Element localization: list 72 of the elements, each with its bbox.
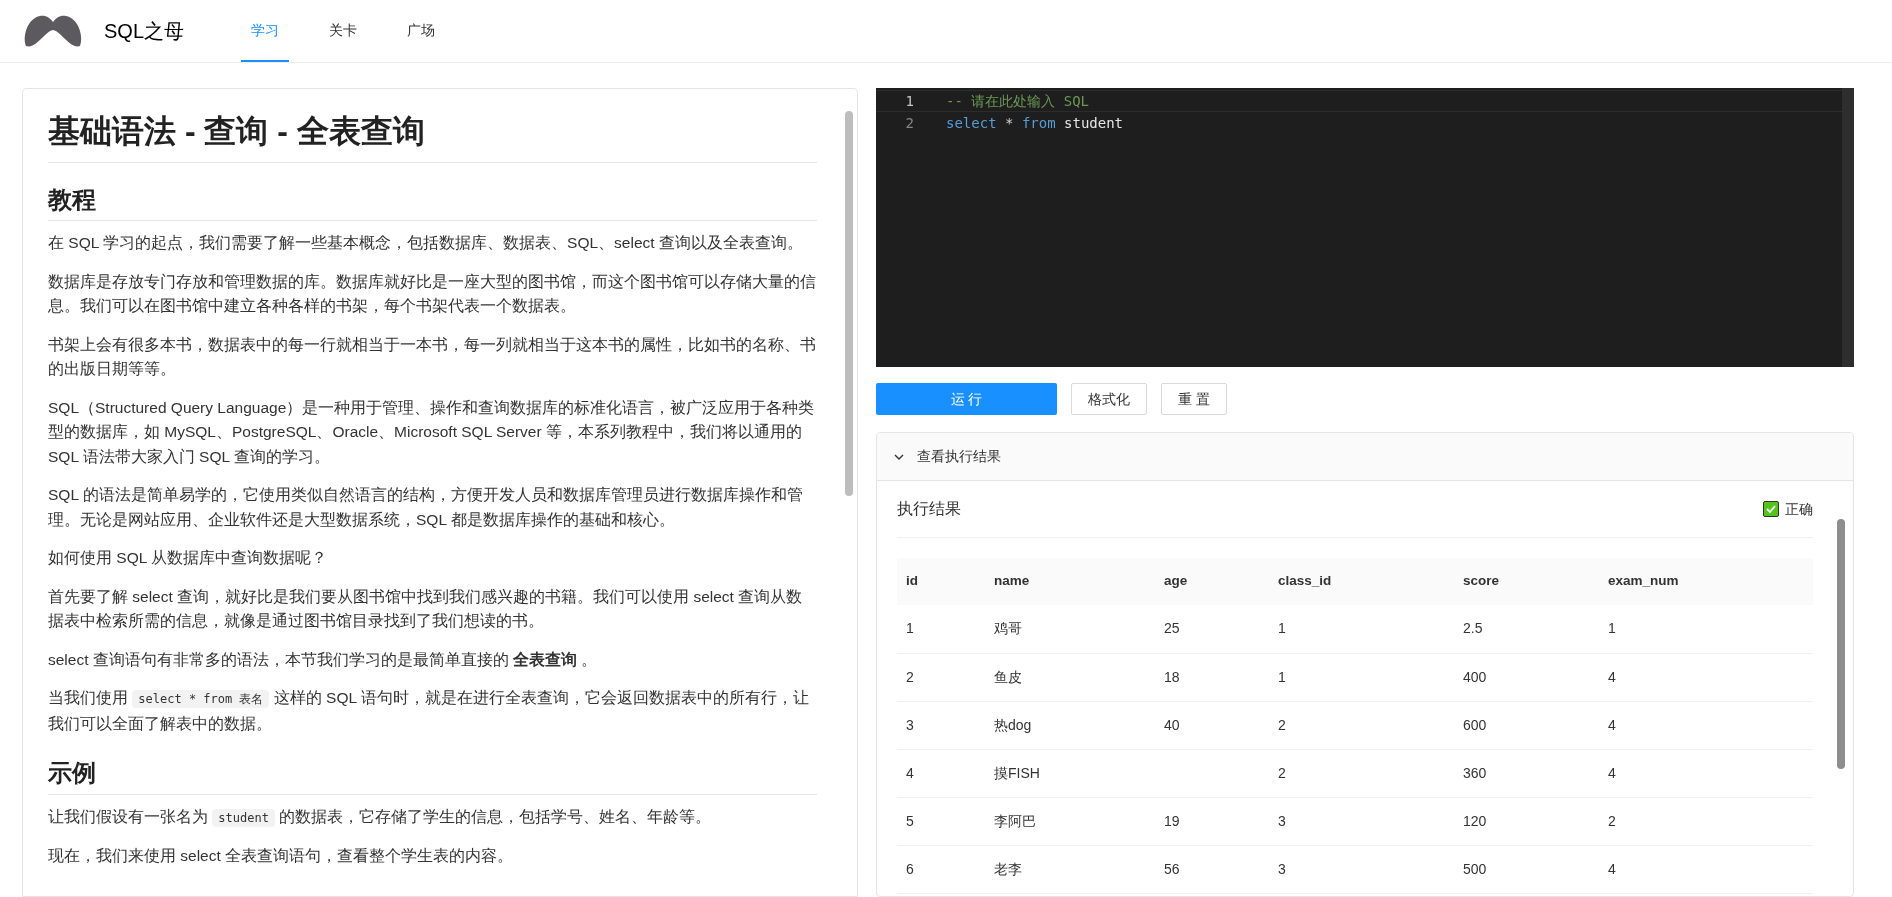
table-cell: 18 bbox=[1155, 653, 1269, 701]
table-cell: 3 bbox=[1269, 845, 1454, 893]
table-cell: 2 bbox=[1599, 797, 1813, 845]
nav-tab[interactable]: 关卡 bbox=[319, 0, 368, 62]
column-header: score bbox=[1454, 558, 1599, 605]
table-cell: 360 bbox=[1454, 749, 1599, 797]
paragraph: 数据库是存放专门存放和管理数据的库。数据库就好比是一座大型的图书馆，而这个图书馆可以存储大量的信息。我们可以在图书馆中建立各种各样的书架，每个书架代表一个数据表。 bbox=[48, 271, 817, 317]
table-cell: 25 bbox=[1155, 605, 1269, 653]
table-cell: 热dog bbox=[985, 701, 1155, 749]
table-cell: 4 bbox=[1599, 701, 1813, 749]
code-line: -- 请在此处输入 SQL bbox=[945, 91, 1089, 111]
code-line: select * from student bbox=[945, 113, 1124, 133]
lesson-title: 基础语法 - 查询 - 全表查询 bbox=[48, 109, 817, 163]
table-cell: 4 bbox=[1599, 653, 1813, 701]
table-cell: 李阿巴 bbox=[985, 797, 1155, 845]
table-cell: 120 bbox=[1454, 797, 1599, 845]
result-collapse-header[interactable]: 查看执行结果 bbox=[877, 433, 1853, 481]
table-cell: 6 bbox=[897, 845, 985, 893]
line-number: 2 bbox=[904, 113, 915, 133]
paragraph: 首先要了解 select 查询，就好比是我们要从图书馆中找到我们感兴趣的书籍。我们可以使用 select 查询从数据表中检索所需的信息，就像是通过图书馆目录找到了我们想读的书。 bbox=[48, 586, 804, 632]
table-cell: 3 bbox=[1269, 797, 1454, 845]
editor-scrollbar[interactable] bbox=[1842, 88, 1854, 367]
column-header: exam_num bbox=[1599, 558, 1813, 605]
table-cell: 摸FISH bbox=[985, 749, 1155, 797]
table-cell: 1 bbox=[1599, 605, 1813, 653]
table-cell: 500 bbox=[1454, 845, 1599, 893]
table-cell: 1 bbox=[897, 605, 985, 653]
table-cell: 3 bbox=[897, 701, 985, 749]
table-cell: 老李 bbox=[985, 845, 1155, 893]
code-editor[interactable]: 1 -- 请在此处输入 SQL 2 select * from student bbox=[876, 88, 1854, 367]
brand-name: SQL之母 bbox=[104, 19, 185, 44]
paragraph: 现在，我们来使用 select 全表查询语句，查看整个学生表的内容。 bbox=[48, 846, 515, 867]
action-button[interactable]: 重 置 bbox=[1161, 383, 1227, 415]
table-cell: 56 bbox=[1155, 845, 1269, 893]
table-cell: 2 bbox=[1269, 749, 1454, 797]
table-cell: 鸡哥 bbox=[985, 605, 1155, 653]
checkbox[interactable] bbox=[1763, 501, 1779, 517]
column-header: name bbox=[985, 558, 1155, 605]
paragraph: 书架上会有很多本书，数据表中的每一行就相当于一本书，每一列就相当于这本书的属性，比如书的名称、书的出版日期等等。 bbox=[48, 334, 817, 380]
table-cell: 400 bbox=[1454, 653, 1599, 701]
table-cell: 1 bbox=[1269, 605, 1454, 653]
paragraph: 当我们使用 select * from 表名 这样的 SQL 语句时，就是在进行全表查询，它会返回数据表中的所有行，让我们可以全面了解表中的数据。 bbox=[48, 688, 810, 734]
table-cell: 19 bbox=[1155, 797, 1269, 845]
column-header: class_id bbox=[1269, 558, 1454, 605]
paragraph: select 查询语句有非常多的语法，本节我们学习的是最简单直接的 全表查询 。 bbox=[48, 649, 599, 670]
table-cell: 4 bbox=[1599, 845, 1813, 893]
paragraph: SQL（Structured Query Language）是一种用于管理、操作和查询数据库的标准化语言，被广泛应用于各种类型的数据库，如 MySQL、PostgreSQL、Oracle、Microsoft SQL Server 等，本系列教程中，我们将以通用的 SQL 语法带大家入门 SQL 查询的学习。 bbox=[48, 397, 816, 467]
table-cell: 2 bbox=[1269, 701, 1454, 749]
table-cell: 4 bbox=[1599, 749, 1813, 797]
table-cell: 2.5 bbox=[1454, 605, 1599, 653]
paragraph: 在 SQL 学习的起点，我们需要了解一些基本概念，包括数据库、数据表、SQL、select 查询以及全表查询。 bbox=[48, 233, 804, 254]
section-heading: 教程 bbox=[48, 182, 817, 222]
table-cell: 5 bbox=[897, 797, 985, 845]
result-card-title: 执行结果 bbox=[897, 499, 961, 519]
column-header: age bbox=[1155, 558, 1269, 605]
checkbox-label: 正确 bbox=[1785, 499, 1813, 519]
paragraph: SQL 的语法是简单易学的，它使用类似自然语言的结构，方便开发人员和数据库管理员进行数据库操作和管理。无论是网站应用、企业软件还是大型数据系统，SQL 都是数据库操作的基础和核心。 bbox=[48, 485, 804, 530]
table-cell: 1 bbox=[1269, 653, 1454, 701]
line-number: 1 bbox=[904, 91, 915, 111]
table-cell: 40 bbox=[1155, 701, 1269, 749]
paragraph: 如何使用 SQL 从数据库中查询数据呢？ bbox=[48, 548, 329, 569]
table-cell: 600 bbox=[1454, 701, 1599, 749]
nav-tab[interactable]: 广场 bbox=[397, 0, 446, 62]
action-button[interactable]: 格式化 bbox=[1071, 383, 1147, 415]
column-header: id bbox=[897, 558, 985, 605]
paragraph: 让我们假设有一张名为 student 的数据表，它存储了学生的信息，包括学号、姓名、年龄等。 bbox=[48, 807, 713, 829]
table-cell: 鱼皮 bbox=[985, 653, 1155, 701]
scrollbar-thumb[interactable] bbox=[1837, 519, 1845, 769]
table-cell: 2 bbox=[897, 653, 985, 701]
table-cell: 4 bbox=[897, 749, 985, 797]
section-heading: 示例 bbox=[48, 756, 817, 795]
scrollbar-thumb[interactable] bbox=[845, 111, 853, 496]
